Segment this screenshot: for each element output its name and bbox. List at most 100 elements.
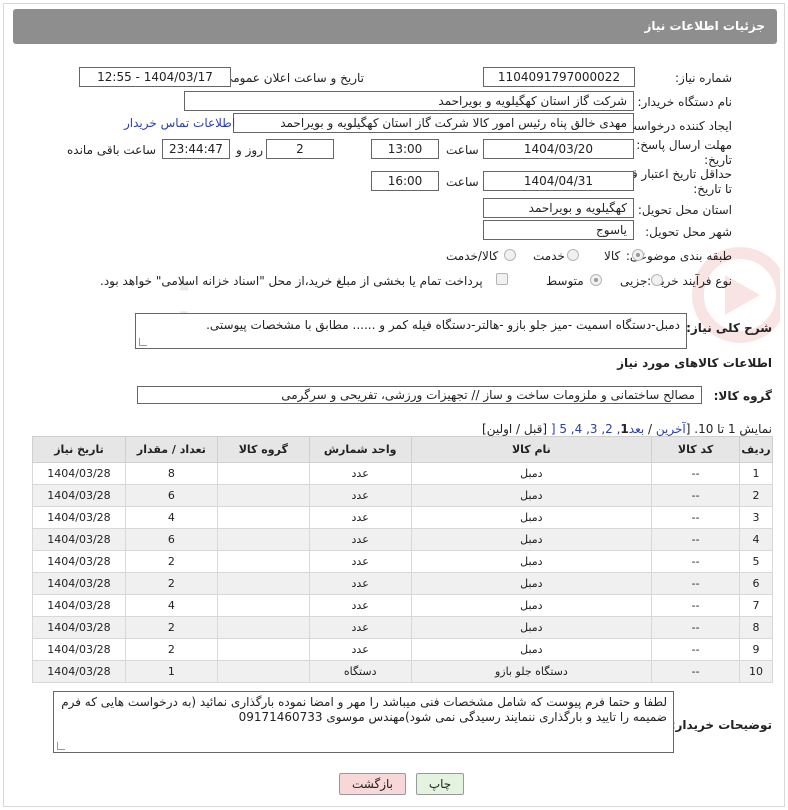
category-service-radio[interactable]	[567, 249, 579, 261]
cell-item-code: --	[651, 616, 741, 639]
cell-item-code: --	[651, 484, 741, 507]
cell-item-group	[216, 506, 310, 529]
city-field: یاسوج	[483, 220, 634, 240]
table-row: 4 -- دمبل عدد 6 1404/03/28	[32, 528, 773, 551]
buyer-contact-link[interactable]: اطلاعات تماس خریدار	[124, 116, 235, 130]
buyer-notes-textarea[interactable]: لطفا و حتما فرم پیوست که شامل مشخصات فنی…	[53, 691, 674, 753]
table-row: 3 -- دمبل عدد 4 1404/03/28	[32, 506, 773, 529]
time-remaining-label: ساعت باقی مانده	[67, 143, 157, 157]
goods-group-label: گروه کالا:	[713, 389, 772, 403]
pagination-current: 1	[620, 422, 629, 436]
buyer-org-field: شرکت گاز استان کهگیلویه و بویراحمد	[184, 91, 634, 111]
pagination-last-link[interactable]: آخرین	[656, 422, 686, 436]
pagination-pages[interactable]: ] 5 ,4 ,3 ,2 ,	[551, 422, 621, 436]
pagination-prefix: نمایش 1 تا 10. [	[685, 422, 772, 436]
cell-item-unit: عدد	[308, 572, 412, 595]
cell-item-group	[216, 660, 310, 683]
cell-item-unit: عدد	[308, 506, 412, 529]
col-unit-header: واحد شمارش	[308, 436, 412, 463]
cell-item-unit: عدد	[308, 594, 412, 617]
creator-label: ایجاد کننده درخواست:	[621, 119, 732, 133]
cell-item-need-date: 1404/03/28	[32, 638, 126, 661]
table-row: 1 -- دمبل عدد 8 1404/03/28	[32, 462, 773, 485]
price-validity-time-label: ساعت	[446, 175, 479, 189]
cell-item-quantity: 2	[124, 638, 218, 661]
category-goods-label: کالا	[604, 249, 621, 263]
days-remaining-field: 2	[266, 139, 334, 159]
price-validity-time-field: 16:00	[371, 171, 439, 191]
cell-item-unit: عدد	[308, 550, 412, 573]
cell-item-name: دستگاه جلو بازو	[410, 660, 653, 683]
buyer-notes-label: توضیحات خریدار:	[670, 718, 772, 732]
cell-item-name: دمبل	[410, 528, 653, 551]
resize-grip-icon[interactable]	[139, 338, 147, 346]
back-button[interactable]: بازگشت	[339, 773, 406, 795]
treasury-payment-checkbox[interactable]	[496, 273, 508, 285]
cell-item-code: --	[651, 572, 741, 595]
col-name-header: نام کالا	[410, 436, 653, 463]
buyer-org-label: نام دستگاه خریدار:	[637, 95, 733, 109]
description-text: دمبل-دستگاه اسمیت -میز جلو بازو -هالتر-د…	[206, 318, 680, 332]
pagination-suffix: [قبل / اولین]	[482, 422, 551, 436]
table-row: 8 -- دمبل عدد 2 1404/03/28	[32, 616, 773, 639]
cell-row-number: 5	[739, 550, 773, 573]
description-textarea[interactable]: دمبل-دستگاه اسمیت -میز جلو بازو -هالتر-د…	[135, 313, 687, 349]
cell-item-unit: عدد	[308, 462, 412, 485]
cell-item-name: دمبل	[410, 506, 653, 529]
cell-item-unit: عدد	[308, 616, 412, 639]
creator-field: مهدی خالق پناه رئیس امور کالا شرکت گاز ا…	[233, 113, 634, 133]
buyer-notes-text: لطفا و حتما فرم پیوست که شامل مشخصات فنی…	[61, 695, 667, 724]
cell-row-number: 6	[739, 572, 773, 595]
cell-item-name: دمبل	[410, 638, 653, 661]
description-label: شرح کلی نیاز:	[686, 321, 772, 335]
cell-item-need-date: 1404/03/28	[32, 462, 126, 485]
price-validity-date-field: 1404/04/31	[483, 171, 634, 191]
cell-item-name: دمبل	[410, 462, 653, 485]
resize-grip-icon[interactable]	[57, 742, 65, 750]
process-minor-label: جزیی	[620, 274, 648, 288]
cell-item-need-date: 1404/03/28	[32, 550, 126, 573]
cell-row-number: 3	[739, 506, 773, 529]
process-medium-radio[interactable]	[590, 274, 602, 286]
cell-item-code: --	[651, 594, 741, 617]
cell-item-quantity: 4	[124, 506, 218, 529]
category-goods-radio[interactable]	[632, 249, 644, 261]
cell-item-need-date: 1404/03/28	[32, 484, 126, 507]
cell-item-name: دمبل	[410, 594, 653, 617]
table-header-row: ردیف کد کالا نام کالا واحد شمارش گروه کا…	[32, 436, 773, 463]
cell-item-quantity: 2	[124, 550, 218, 573]
cell-item-quantity: 1	[124, 660, 218, 683]
cell-item-name: دمبل	[410, 484, 653, 507]
category-goods-service-radio[interactable]	[504, 249, 516, 261]
cell-item-code: --	[651, 638, 741, 661]
goods-group-field: مصالح ساختمانی و ملزومات ساخت و ساز // ت…	[137, 386, 702, 404]
cell-item-code: --	[651, 550, 741, 573]
print-button[interactable]: چاپ	[416, 773, 464, 795]
cell-item-quantity: 6	[124, 484, 218, 507]
cell-item-need-date: 1404/03/28	[32, 506, 126, 529]
city-label: شهر محل تحویل:	[645, 225, 732, 239]
reply-time-field: 13:00	[371, 139, 439, 159]
cell-row-number: 1	[739, 462, 773, 485]
reply-time-label: ساعت	[446, 143, 479, 157]
col-qty-header: تعداد / مقدار	[124, 436, 218, 463]
cell-item-group	[216, 594, 310, 617]
pagination-sep: /	[644, 422, 656, 436]
cell-item-quantity: 8	[124, 462, 218, 485]
announce-datetime-field: 1404/03/17 - 12:55	[79, 67, 231, 87]
cell-item-group	[216, 638, 310, 661]
cell-row-number: 2	[739, 484, 773, 507]
category-service-label: خدمت	[533, 249, 565, 263]
process-medium-label: متوسط	[546, 274, 584, 288]
table-row: 9 -- دمبل عدد 2 1404/03/28	[32, 638, 773, 661]
cell-row-number: 7	[739, 594, 773, 617]
cell-item-code: --	[651, 528, 741, 551]
process-minor-radio[interactable]	[651, 274, 663, 286]
page-title: جزئیات اطلاعات نیاز	[644, 19, 765, 33]
pagination-next-link[interactable]: بعد	[629, 422, 644, 436]
cell-item-unit: عدد	[308, 638, 412, 661]
col-code-header: کد کالا	[651, 436, 741, 463]
cell-item-quantity: 2	[124, 616, 218, 639]
cell-item-quantity: 4	[124, 594, 218, 617]
page-title-bar: جزئیات اطلاعات نیاز	[13, 9, 777, 44]
